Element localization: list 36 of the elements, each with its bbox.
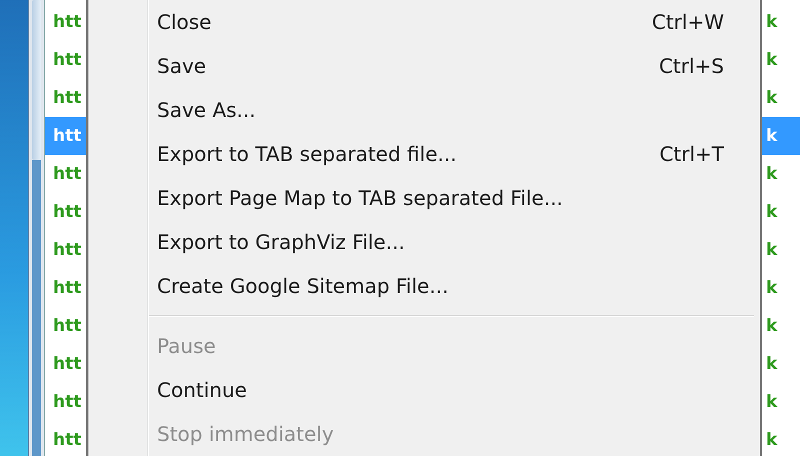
menu-item[interactable]: Save As...	[89, 88, 760, 132]
menu-item[interactable]: Continue	[89, 368, 760, 412]
url-row[interactable]: htt	[45, 421, 86, 456]
status-row[interactable]: k	[762, 307, 800, 345]
menu-item[interactable]: Save Ctrl+S	[89, 44, 760, 88]
menu-item[interactable]: Export Page Map to TAB separated File...	[89, 176, 760, 220]
status-row[interactable]: k	[762, 117, 800, 155]
status-row[interactable]: k	[762, 41, 800, 79]
status-row[interactable]: k	[762, 193, 800, 231]
url-row[interactable]: htt	[45, 41, 86, 79]
url-row[interactable]: htt	[45, 269, 86, 307]
status-row[interactable]: k	[762, 269, 800, 307]
shortcut-label: Ctrl+T	[659, 142, 724, 166]
url-row[interactable]: htt	[45, 3, 86, 41]
menu-item[interactable]: Export to TAB separated file... Ctrl+T	[89, 132, 760, 176]
status-row[interactable]: k	[762, 155, 800, 193]
menu-item[interactable]: Create Google Sitemap File...	[89, 264, 760, 308]
menu-item[interactable]: Close Ctrl+W	[89, 0, 760, 44]
status-row[interactable]: k	[762, 231, 800, 269]
url-row[interactable]: htt	[45, 193, 86, 231]
scrollbar[interactable]	[28, 0, 45, 456]
url-row[interactable]: htt	[45, 117, 86, 155]
url-row[interactable]: htt	[45, 383, 86, 421]
status-row[interactable]: k	[762, 345, 800, 383]
menu-item[interactable]: Export to GraphViz File...	[89, 220, 760, 264]
status-row[interactable]: k	[762, 3, 800, 41]
status-row[interactable]: k	[762, 383, 800, 421]
url-row[interactable]: htt	[45, 345, 86, 383]
shortcut-label: Ctrl+S	[658, 54, 724, 78]
status-row[interactable]: k	[762, 421, 800, 456]
status-row[interactable]: k	[762, 79, 800, 117]
url-row[interactable]: htt	[45, 231, 86, 269]
url-row[interactable]: htt	[45, 307, 86, 345]
shortcut-label: Ctrl+W	[652, 10, 724, 34]
url-row[interactable]: htt	[45, 155, 86, 193]
url-row[interactable]: htt	[45, 79, 86, 117]
